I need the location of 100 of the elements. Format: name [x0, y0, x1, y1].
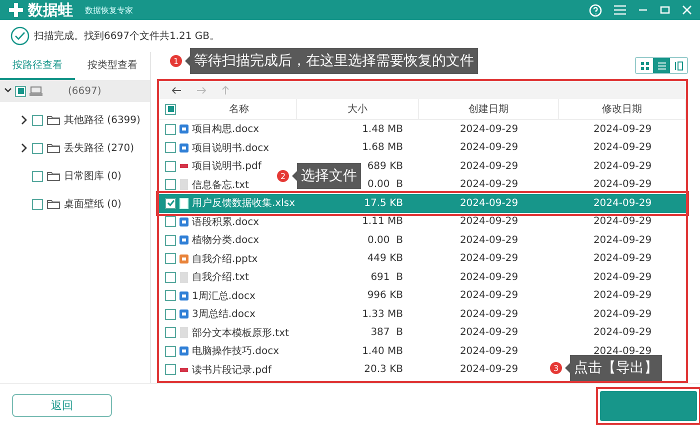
file-size: 1.68 MB: [362, 142, 403, 154]
created-date: 2024-09-29: [460, 198, 518, 209]
column-header[interactable]: 创建日期: [468, 102, 508, 116]
check-circle-icon: [10, 26, 30, 46]
chevron-right-icon[interactable]: [20, 143, 28, 153]
created-date: 2024-09-29: [460, 253, 518, 264]
created-date: 2024-09-29: [460, 290, 518, 302]
file-name: 读书片段记录.pdf: [192, 364, 272, 377]
tree-item-label[interactable]: 其他路径 (6399): [64, 113, 140, 127]
checkbox[interactable]: [32, 142, 43, 154]
cross-logo-icon: [8, 2, 24, 18]
drive-icon: [29, 86, 43, 96]
file-size: 17.5 KB: [364, 198, 403, 209]
column-header[interactable]: 修改日期: [602, 102, 642, 116]
checkbox[interactable]: [165, 198, 176, 209]
file-size: 0.00 B: [368, 179, 403, 190]
document-file-icon: [179, 290, 189, 301]
view-tab[interactable]: 按类型查看: [75, 52, 150, 80]
created-date: 2024-09-29: [460, 272, 518, 283]
folder-icon: [47, 143, 60, 153]
checkbox[interactable]: [15, 86, 26, 96]
created-date: 2024-09-29: [460, 327, 518, 338]
checkbox[interactable]: [165, 327, 176, 338]
created-date: 2024-09-29: [460, 124, 518, 135]
back-arrow-icon[interactable]: [171, 86, 182, 94]
created-date: 2024-09-29: [460, 160, 518, 172]
step-number-badge: 1: [170, 55, 182, 67]
tree-root-row[interactable]: (6697): [0, 80, 150, 102]
checkbox[interactable]: [165, 160, 176, 172]
checkbox[interactable]: [165, 364, 176, 376]
text-file-icon: [179, 179, 189, 190]
tree-item-label[interactable]: 桌面壁纸 (0): [64, 197, 122, 211]
column-header[interactable]: 名称: [182, 102, 296, 116]
checkbox[interactable]: [165, 272, 176, 283]
step-number-badge: 2: [277, 170, 289, 182]
file-size: 691 B: [370, 272, 403, 283]
file-size: 1.11 MB: [362, 216, 403, 228]
chevron-right-icon[interactable]: [20, 115, 28, 125]
file-size: 0.00 B: [368, 234, 403, 246]
modified-date: 2024-09-29: [593, 179, 652, 190]
file-name: 语段积累.docx: [192, 216, 260, 229]
modified-date: 2024-09-29: [593, 346, 652, 357]
file-name: 项目说明书.pdf: [192, 160, 262, 174]
list-icon: [656, 60, 666, 70]
checkbox[interactable]: [165, 253, 176, 264]
created-date: 2024-09-29: [460, 142, 518, 154]
list-view-button[interactable]: [653, 58, 670, 73]
document-file-icon: [179, 309, 189, 320]
folder-icon: [47, 115, 60, 125]
column-header[interactable]: 大小: [348, 102, 368, 116]
file-name: 自我介绍.pptx: [192, 252, 258, 266]
select-all-checkbox[interactable]: [165, 104, 176, 114]
callout-label: 选择文件: [297, 163, 361, 189]
forward-arrow-icon[interactable]: [196, 86, 207, 94]
checkbox[interactable]: [165, 142, 176, 154]
checkbox[interactable]: [32, 170, 43, 182]
checkbox[interactable]: [165, 346, 176, 357]
menu-icon[interactable]: [614, 5, 626, 15]
file-size: 449 KB: [367, 253, 403, 264]
callout-label: 点击【导出】: [570, 355, 662, 381]
checkbox[interactable]: [32, 114, 43, 126]
modified-date: 2024-09-29: [593, 198, 652, 209]
modified-date: 2024-09-29: [593, 160, 652, 172]
up-arrow-icon[interactable]: [221, 85, 230, 95]
selected-file-row[interactable]: 用户反馈数据收集.xlsx 17.5 KB 2024-09-29 2024-09-29: [159, 194, 686, 212]
checkbox[interactable]: [165, 124, 176, 135]
file-size: 996 KB: [367, 290, 403, 302]
spreadsheet-file-icon: [179, 198, 189, 209]
checkbox[interactable]: [165, 308, 176, 320]
help-icon[interactable]: [589, 4, 602, 16]
checkbox[interactable]: [165, 179, 176, 190]
maximize-icon[interactable]: [660, 5, 670, 15]
file-name: 项目构思.docx: [192, 122, 260, 136]
back-button[interactable]: 返回: [12, 394, 112, 416]
tree-item-label[interactable]: 日常图库 (0): [64, 169, 122, 183]
modified-date: 2024-09-29: [593, 124, 652, 135]
modified-date: 2024-09-29: [593, 142, 652, 154]
close-icon[interactable]: [682, 5, 692, 15]
step-number-badge: 3: [550, 362, 562, 374]
file-name: 3周总结.docx: [192, 308, 256, 322]
file-size: 1.40 MB: [362, 346, 403, 357]
created-date: 2024-09-29: [460, 346, 518, 357]
tree-item-label[interactable]: 丢失路径 (270): [64, 141, 134, 155]
checkbox[interactable]: [165, 234, 176, 246]
checkbox[interactable]: [165, 216, 176, 228]
file-size: 387 B: [370, 327, 403, 338]
file-name: 部分文本模板原形.txt: [192, 326, 289, 340]
document-file-icon: [179, 346, 189, 356]
grid-icon: [640, 60, 650, 70]
checkbox[interactable]: [32, 198, 43, 210]
file-name: 用户反馈数据收集.xlsx: [192, 196, 296, 210]
document-file-icon: [179, 142, 189, 153]
modified-date: 2024-09-29: [593, 308, 652, 320]
checkbox[interactable]: [165, 290, 176, 302]
created-date: 2024-09-29: [460, 234, 518, 246]
document-file-icon: [179, 216, 189, 227]
created-date: 2024-09-29: [460, 308, 518, 320]
slides-file-icon: [179, 254, 189, 264]
modified-date: 2024-09-29: [593, 234, 652, 246]
modified-date: 2024-09-29: [593, 216, 652, 228]
